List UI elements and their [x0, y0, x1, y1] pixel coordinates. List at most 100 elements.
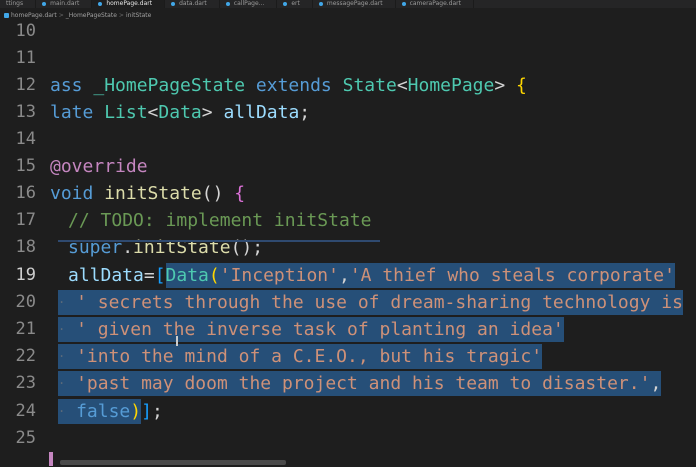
whitespace-dot: ·	[58, 376, 66, 391]
dart-file-icon	[42, 1, 47, 6]
tab-homepage-dart[interactable]: homePage.dart	[92, 0, 166, 8]
tab-messagepage-dart[interactable]: messagePage.dart	[313, 0, 396, 8]
token-punct: >	[494, 75, 517, 96]
token-punct: >	[201, 102, 224, 123]
token-comment-todo: TODO	[100, 210, 144, 231]
token-punct: =	[143, 265, 155, 286]
token-punct: <	[396, 75, 408, 96]
line-number: 14	[15, 129, 36, 149]
tab-label: main.dart	[50, 0, 80, 7]
token-string: 'Inception'	[219, 265, 339, 286]
token-string: ' secrets through the use of dream-shari…	[76, 292, 683, 313]
token-punct: ,	[650, 373, 662, 394]
token-type: HomePage	[407, 75, 495, 96]
whitespace-dot: ·	[58, 295, 66, 310]
tab-label: messagePage.dart	[326, 0, 383, 7]
editor-tab-bar: ttings main.dart homePage.dart data.dart cal…	[0, 0, 696, 8]
token-punct: <	[147, 102, 159, 123]
token-bracket: [	[154, 265, 166, 286]
token-punct: ;	[299, 102, 311, 123]
token-bracket: )	[130, 401, 142, 422]
token-string: 'A thief who steals corporate'	[349, 265, 675, 286]
line-number: 17	[15, 210, 36, 230]
line-number: 24	[15, 401, 36, 421]
code-editor[interactable]: 10 11 12 13 14 15 16 17 18 19 20 21 22 2…	[0, 18, 696, 466]
token-decorator: override	[60, 156, 148, 177]
line-number: 23	[15, 373, 36, 393]
code-line-15: @override	[50, 153, 696, 180]
line-number: 25	[15, 428, 36, 448]
token-type: State	[342, 75, 397, 96]
code-line-13: late List<Data> allData;	[50, 99, 696, 126]
indent-guide	[58, 240, 380, 242]
tab-label: ert	[291, 0, 300, 7]
dart-file-icon	[283, 1, 288, 6]
line-number: 10	[15, 21, 36, 41]
closing-brace-marker	[49, 452, 53, 466]
line-number: 18	[15, 237, 36, 257]
dart-file-icon	[98, 1, 103, 6]
whitespace-dot: ·	[58, 404, 66, 419]
code-line-17: // TODO: implement initState	[68, 207, 696, 234]
tab-label: callPage...	[233, 0, 265, 7]
line-number: 21	[15, 319, 36, 339]
token-punct: ;	[151, 401, 163, 422]
token-comment: : implement initState	[143, 210, 372, 231]
token-bracket: {	[234, 183, 246, 204]
token-function: initState	[104, 183, 202, 204]
tab-camerapage-dart[interactable]: cameraPage.dart	[396, 0, 474, 8]
line-number: 12	[15, 75, 36, 95]
line-number: 11	[15, 48, 36, 68]
tab-ert[interactable]: ert	[277, 0, 313, 8]
token-type: List	[104, 102, 148, 123]
code-line-19: allData=[Data('Inception','A thief who s…	[68, 262, 696, 289]
code-line-12: ass _HomePageState extends State<HomePag…	[50, 72, 696, 99]
token-class-name: _HomePageState	[93, 75, 246, 96]
code-line-22: · 'into the mind of a C.E.O., but his tr…	[58, 343, 696, 370]
code-line-16: void initState() {	[50, 180, 696, 207]
tab-settings[interactable]: ttings	[0, 0, 37, 8]
dart-file-icon	[401, 1, 406, 6]
line-number: 22	[15, 346, 36, 366]
line-number: 13	[15, 102, 36, 122]
token-decorator: @	[50, 156, 61, 177]
code-line-24: · false)];	[58, 398, 696, 425]
horizontal-scrollbar[interactable]	[60, 460, 286, 465]
token-keyword: ass	[50, 75, 94, 96]
line-number: 20	[15, 292, 36, 312]
token-punct: ()	[201, 183, 235, 204]
token-string: ' given the inverse task of planting an …	[76, 319, 564, 340]
token-variable: allData	[68, 265, 144, 286]
tab-data-dart[interactable]: data.dart	[165, 0, 220, 8]
tab-callpage-dart[interactable]: callPage...	[220, 0, 278, 8]
token-string: 'into the mind of a C.E.O., but his trag…	[76, 346, 543, 367]
code-line-23: · 'past may doom the project and his tea…	[58, 370, 696, 397]
tab-label: homePage.dart	[106, 0, 153, 7]
token-keyword: extends	[245, 75, 343, 96]
code-line-20: · ' secrets through the use of dream-sha…	[58, 289, 696, 316]
token-bracket: (	[208, 265, 220, 286]
tab-main-dart[interactable]: main.dart	[36, 0, 93, 8]
token-comment: //	[68, 210, 101, 231]
token-punct: ,	[338, 265, 350, 286]
token-keyword: void	[50, 183, 105, 204]
line-number-current: 19	[15, 265, 36, 285]
code-line-21: · ' given the inverse task of planting a…	[58, 316, 696, 343]
line-number: 16	[15, 183, 36, 203]
token-keyword: false	[76, 401, 131, 422]
token-string: 'past may doom the project and his team …	[76, 373, 651, 394]
text-cursor-icon	[176, 336, 178, 346]
dart-file-icon	[318, 1, 323, 6]
token-type: Data	[158, 102, 202, 123]
whitespace-dot: ·	[58, 322, 66, 337]
tab-label: cameraPage.dart	[409, 0, 461, 7]
tab-label: data.dart	[179, 0, 207, 7]
token-bracket: ]	[141, 401, 152, 422]
token-bracket: {	[516, 75, 527, 96]
dart-file-icon	[171, 1, 176, 6]
tab-label: ttings	[6, 0, 24, 7]
token-variable: allData	[223, 102, 300, 123]
code-line-18: super.initState();	[68, 234, 696, 261]
line-number: 15	[15, 156, 36, 176]
whitespace-dot: ·	[58, 349, 66, 364]
